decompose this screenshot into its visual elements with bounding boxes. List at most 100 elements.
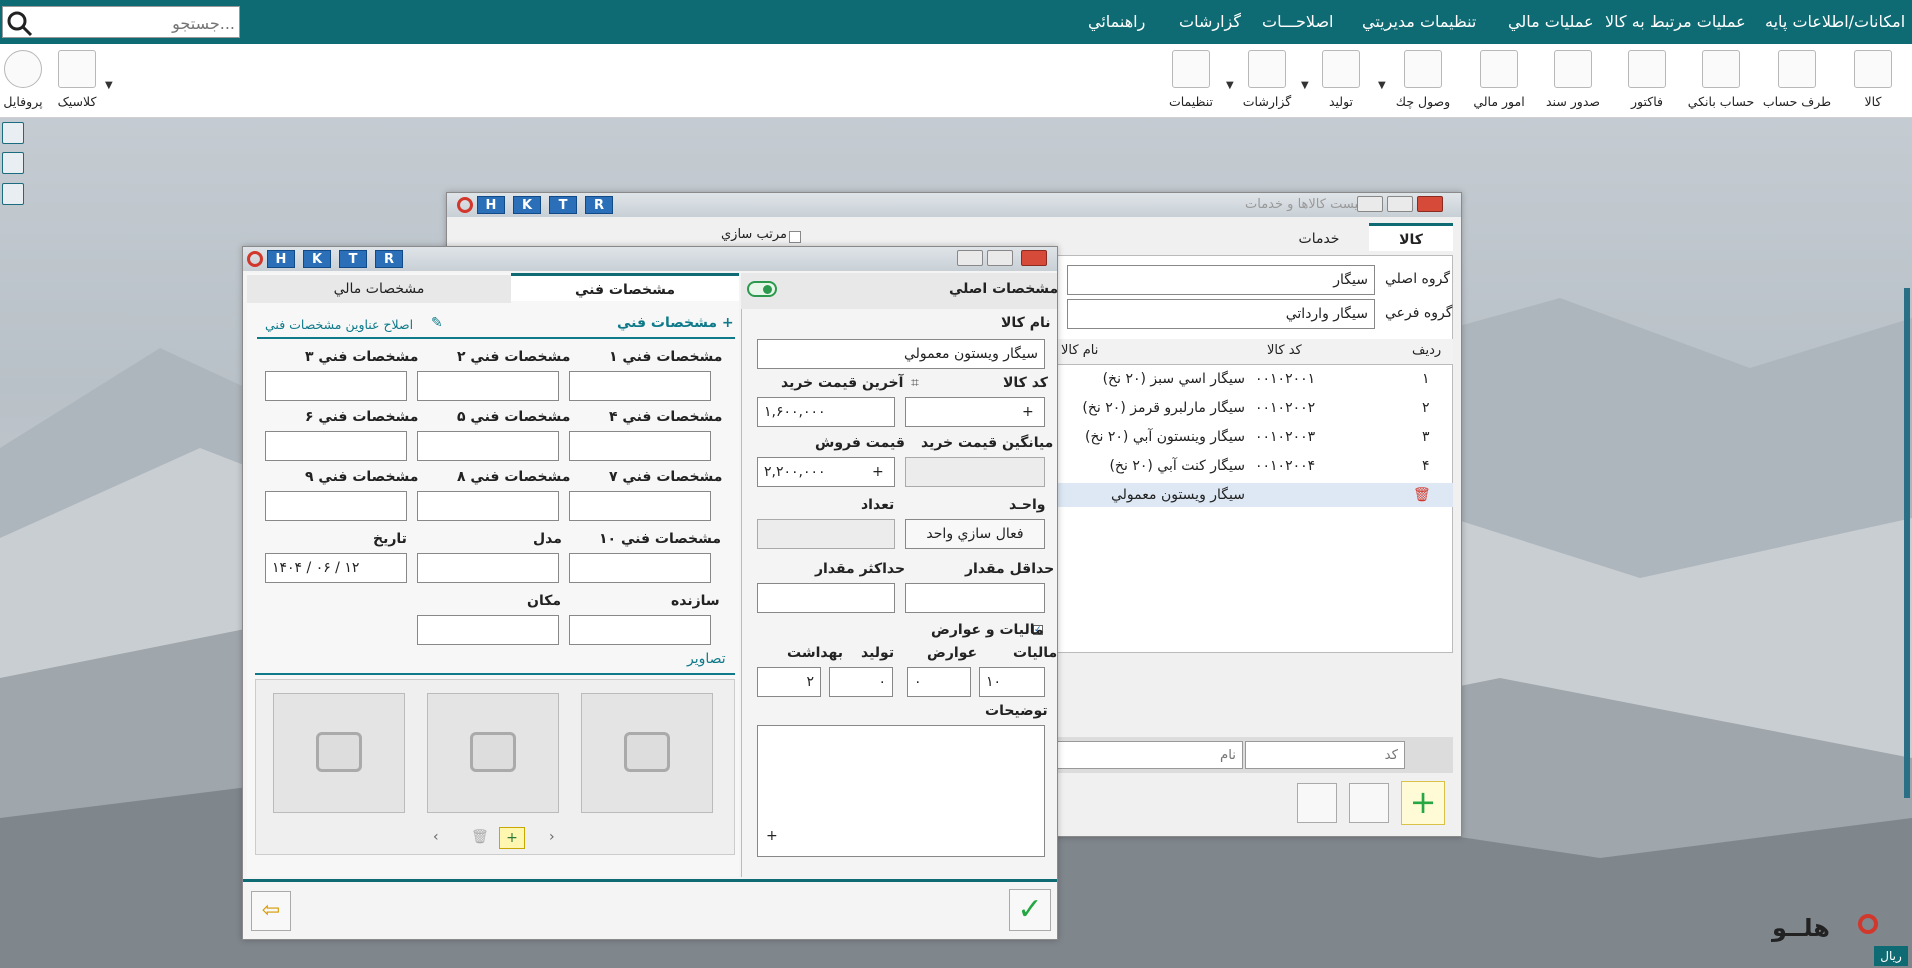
model-field[interactable] [417, 553, 559, 583]
bell-icon[interactable] [2, 183, 24, 205]
toolbar-profile[interactable]: پروفايل [0, 48, 58, 114]
sell-field[interactable]: ۲,۲۰۰,۰۰۰ + [757, 457, 895, 487]
tech-spec-10-field[interactable] [569, 553, 711, 583]
last-buy-field[interactable]: ۱,۶۰۰,۰۰۰ [757, 397, 895, 427]
maker-field[interactable] [569, 615, 711, 645]
list-add-icon[interactable] [1297, 783, 1337, 823]
table-row[interactable]: ۱ ۰۰۱۰۲۰۰۱ سيگار اسي سبز (۲۰ نخ) [1057, 367, 1453, 391]
place-field[interactable] [417, 615, 559, 645]
toolbar-reports[interactable]: گزارشات [1232, 48, 1302, 114]
table-row-new[interactable]: 🗑 سيگار ويستون معمولي [1057, 483, 1453, 507]
right-scrollbar[interactable] [1904, 288, 1910, 798]
plus-icon[interactable]: + [1022, 398, 1034, 426]
chevron-down-icon[interactable]: ▼ [1301, 80, 1309, 91]
plus-icon[interactable]: + [872, 458, 884, 486]
max-field[interactable] [757, 583, 895, 613]
image-slot[interactable] [273, 693, 405, 813]
contact-icon[interactable] [2, 152, 24, 174]
image-slot[interactable] [581, 693, 713, 813]
prod-field[interactable]: ۰ [829, 667, 893, 697]
hk-button-t[interactable]: T [339, 250, 367, 268]
duty-field[interactable]: ۰ [907, 667, 971, 697]
image-slot[interactable] [427, 693, 559, 813]
chevron-left-icon[interactable]: ‹ [433, 829, 439, 845]
menu-admin-settings[interactable]: تنظيمات مديريتي [1362, 0, 1476, 44]
barcode-icon[interactable]: ⌗ [911, 375, 919, 391]
confirm-button[interactable]: ✓ [1009, 889, 1051, 931]
plus-icon[interactable]: + [766, 822, 778, 850]
chevron-down-icon[interactable]: ▼ [1226, 80, 1234, 91]
close-button[interactable] [1021, 250, 1047, 266]
table-row[interactable]: ۳ ۰۰۱۰۲۰۰۳ سيگار وينستون آبي (۲۰ نخ) [1057, 425, 1453, 449]
maximize-button[interactable] [987, 250, 1013, 266]
tech-spec-4-field[interactable] [569, 431, 711, 461]
hk-button-k[interactable]: K [513, 196, 541, 214]
table-row[interactable]: ۴ ۰۰۱۰۲۰۰۴ سيگار کنت آبي (۲۰ نخ) [1057, 454, 1453, 478]
tech-spec-5-field[interactable] [417, 431, 559, 461]
tax-field[interactable]: ۱۰ [979, 667, 1045, 697]
trash-icon[interactable]: 🗑 [471, 829, 489, 845]
search-box[interactable] [2, 6, 240, 38]
tech-spec-1-field[interactable] [569, 371, 711, 401]
add-button[interactable]: + [1401, 781, 1445, 825]
code-field[interactable]: + [905, 397, 1045, 427]
trash-icon[interactable]: 🗑 [1413, 483, 1431, 507]
tab-services[interactable]: خدمات [1277, 225, 1361, 253]
tab-tech-specs[interactable]: مشخصات فني [511, 273, 739, 301]
tech-spec-2-field[interactable] [417, 371, 559, 401]
hk-button-t[interactable]: T [549, 196, 577, 214]
filter-code-input[interactable] [1245, 741, 1405, 769]
minimize-button[interactable] [957, 250, 983, 266]
exit-icon[interactable]: ⇦ [251, 891, 291, 931]
tech-spec-7-field[interactable] [569, 491, 711, 521]
sub-group-field[interactable]: سيگار وارداتي [1067, 299, 1375, 329]
search-input[interactable] [37, 11, 235, 35]
menu-corrections[interactable]: اصلاحـــات [1262, 0, 1333, 44]
chevron-down-icon[interactable]: ▼ [1378, 80, 1386, 91]
hk-button-h[interactable]: H [267, 250, 295, 268]
search-icon[interactable] [5, 9, 33, 37]
chevron-right-icon[interactable]: › [549, 829, 555, 845]
menu-reports[interactable]: گزارشات [1179, 0, 1241, 44]
tech-spec-8-field[interactable] [417, 491, 559, 521]
date-field[interactable]: ۱۴۰۴ / ۰۶ / ۱۲ [265, 553, 407, 583]
toolbar-bank[interactable]: حساب بانکي [1686, 48, 1756, 114]
tech-spec-3-field[interactable] [265, 371, 407, 401]
tech-spec-6-field[interactable] [265, 431, 407, 461]
tab-financial-specs[interactable]: مشخصات مالي [247, 275, 511, 303]
hk-button-k[interactable]: K [303, 250, 331, 268]
health-field[interactable]: ۲ [757, 667, 821, 697]
menu-help[interactable]: راهنمائي [1088, 0, 1145, 44]
edit-tech-titles-link[interactable]: اصلاح عناوين مشخصات فني [265, 317, 413, 332]
close-button[interactable] [1417, 196, 1443, 212]
sort-checkbox[interactable] [789, 231, 801, 243]
activate-unit-button[interactable]: فعال سازي واحد [905, 519, 1045, 549]
toolbar-goods[interactable]: کالا [1838, 48, 1908, 114]
tab-goods[interactable]: کالا [1369, 223, 1453, 251]
minimize-button[interactable] [1357, 196, 1383, 212]
toolbar-production[interactable]: توليد [1306, 48, 1376, 114]
count-field[interactable] [757, 519, 895, 549]
menu-base-info[interactable]: امکانات/اطلاعات پايه [1765, 0, 1905, 44]
hk-button-h[interactable]: H [477, 196, 505, 214]
name-field[interactable]: سيگار ويستون معمولي [757, 339, 1045, 369]
pencil-icon[interactable]: ✎ [431, 315, 443, 331]
filter-name-input[interactable] [1057, 741, 1243, 769]
tree-icon[interactable] [1349, 783, 1389, 823]
menu-financial-ops[interactable]: عمليات مالي [1508, 0, 1594, 44]
toolbar-voucher[interactable]: صدور سند [1538, 48, 1608, 114]
toolbar-settings[interactable]: تنظيمات [1156, 48, 1226, 114]
add-image-button[interactable]: + [499, 827, 525, 849]
desc-field[interactable]: + [757, 725, 1045, 857]
table-row[interactable]: ۲ ۰۰۱۰۲۰۰۲ سيگار مارلبرو قرمز (۲۰ نخ) [1057, 396, 1453, 420]
tech-spec-9-field[interactable] [265, 491, 407, 521]
main-group-field[interactable]: سيگار [1067, 265, 1375, 295]
add-tech-spec-link[interactable]: مشخصات فني + [617, 315, 734, 331]
toolbar-cheque[interactable]: وصول چك [1388, 48, 1458, 114]
hk-button-r[interactable]: R [375, 250, 403, 268]
toolbar-finance[interactable]: امور مالي [1464, 48, 1534, 114]
hk-button-r[interactable]: R [585, 196, 613, 214]
maximize-button[interactable] [1387, 196, 1413, 212]
info-icon[interactable] [2, 122, 24, 144]
min-field[interactable] [905, 583, 1045, 613]
